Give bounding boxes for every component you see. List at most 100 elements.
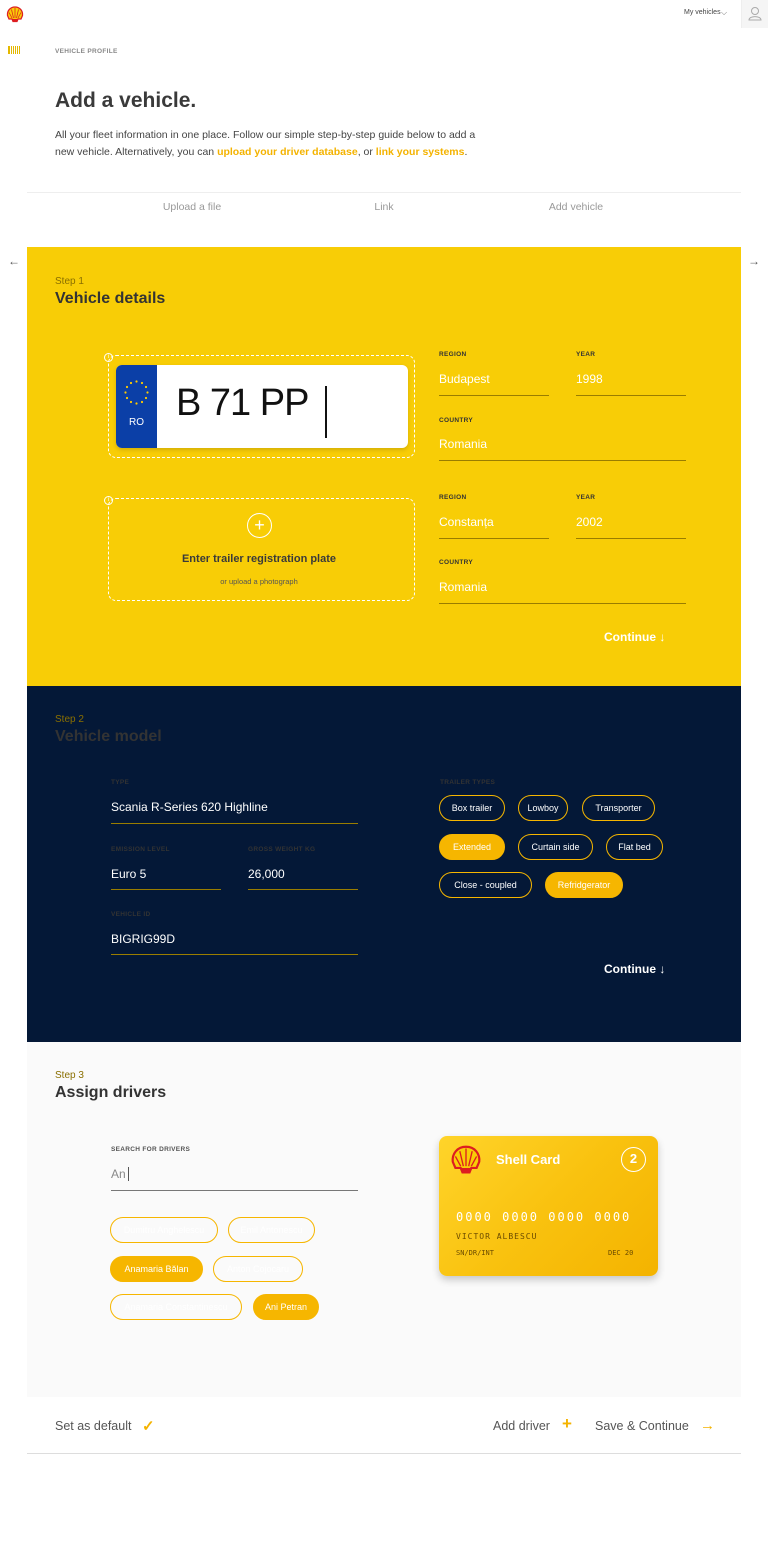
weight-label: GROSS WEIGHT KG — [248, 846, 316, 853]
trailer-type-pill[interactable]: Transporter — [582, 795, 655, 821]
field-underline — [439, 603, 686, 604]
continue-label: Continue — [604, 630, 656, 644]
year-field[interactable]: 2002 — [576, 515, 603, 529]
step2-label: Step 2 — [55, 714, 84, 725]
info-icon[interactable]: i — [104, 353, 113, 362]
trailer-type-pill[interactable]: Extended — [439, 834, 505, 860]
trailer-type-pill[interactable]: Flat bed — [606, 834, 663, 860]
field-underline — [576, 395, 686, 396]
region-label: REGION — [439, 494, 467, 501]
upload-driver-database-link[interactable]: upload your driver database — [217, 146, 358, 158]
user-account-button[interactable] — [741, 0, 768, 28]
field-underline — [111, 889, 221, 890]
country-label: COUNTRY — [439, 417, 473, 424]
country-field[interactable]: Romania — [439, 437, 487, 451]
eu-band: RO — [116, 365, 157, 448]
vehicle-id-label: VEHICLE ID — [111, 911, 151, 918]
driver-pill[interactable]: Anamaria Constantinescu — [110, 1294, 242, 1320]
driver-pill[interactable]: Emil Antonescu — [228, 1217, 315, 1243]
step1-section — [27, 247, 741, 686]
shell-logo-icon[interactable] — [6, 6, 24, 23]
field-underline — [111, 823, 358, 824]
year-field[interactable]: 1998 — [576, 372, 603, 386]
tab-link[interactable]: Link — [314, 201, 454, 213]
arrow-left-icon[interactable]: ← — [8, 254, 20, 268]
trailer-type-pill[interactable]: Box trailer — [439, 795, 505, 821]
plus-icon[interactable]: + — [562, 1414, 572, 1434]
text-caret — [128, 1167, 129, 1181]
field-underline — [576, 538, 686, 539]
trailer-type-pill[interactable]: Refridgerator — [545, 872, 623, 898]
emission-field[interactable]: Euro 5 — [111, 867, 146, 881]
add-driver-button[interactable]: Add driver — [493, 1419, 550, 1433]
step3-title: Assign drivers — [55, 1084, 167, 1101]
arrow-right-icon[interactable]: → — [700, 1417, 715, 1434]
step2-title: Vehicle model — [55, 728, 162, 745]
license-plate[interactable]: RO B 71 PP — [116, 365, 408, 448]
year-label: YEAR — [576, 494, 596, 501]
plate-number[interactable]: B 71 PP — [176, 382, 309, 425]
continue-label: Continue — [604, 962, 656, 976]
trailer-type-pill[interactable]: Lowboy — [518, 795, 568, 821]
field-underline — [439, 538, 549, 539]
tab-add-vehicle[interactable]: Add vehicle — [506, 201, 646, 213]
continue-button[interactable]: Continue ↓ — [604, 962, 665, 976]
type-field[interactable]: Scania R-Series 620 Highline — [111, 800, 268, 814]
vehicle-id-field[interactable]: BIGRIG99D — [111, 932, 175, 946]
emission-label: EMISSION LEVEL — [111, 846, 170, 853]
field-underline — [248, 889, 358, 890]
trailer-type-pill[interactable]: Close - coupled — [439, 872, 532, 898]
divider — [27, 1453, 741, 1454]
tab-upload-file[interactable]: Upload a file — [122, 201, 262, 213]
country-label: COUNTRY — [439, 559, 473, 566]
breadcrumb: VEHICLE PROFILE — [55, 48, 118, 55]
card-count-badge: 2 — [621, 1147, 646, 1172]
type-label: TYPE — [111, 779, 130, 786]
year-label: YEAR — [576, 351, 596, 358]
country-field[interactable]: Romania — [439, 580, 487, 594]
card-number: 0000 0000 0000 0000 — [456, 1210, 632, 1224]
region-label: REGION — [439, 351, 467, 358]
divider — [27, 192, 741, 193]
arrow-right-icon[interactable]: → — [748, 254, 760, 268]
add-plate-icon[interactable]: + — [247, 513, 272, 538]
driver-pill[interactable]: Anamaria Bălan — [110, 1256, 203, 1282]
step3-label: Step 3 — [55, 1070, 84, 1081]
driver-pill[interactable]: Ani Petran — [253, 1294, 319, 1320]
page-title: Add a vehicle. — [55, 89, 197, 112]
card-holder: VICTOR ALBESCU — [456, 1232, 538, 1241]
set-as-default-button[interactable]: Set as default — [55, 1419, 131, 1433]
field-underline — [439, 460, 686, 461]
intro-text-3: . — [464, 145, 468, 158]
field-underline — [111, 954, 358, 955]
info-icon[interactable]: i — [104, 496, 113, 505]
intro-text: All your fleet information in one place.… — [55, 127, 485, 160]
trailer-plate-prompt: Enter trailer registration plate — [181, 553, 337, 565]
step1-title: Vehicle details — [55, 290, 166, 307]
trailer-types-label: TRAILER TYPES — [440, 779, 496, 786]
continue-button[interactable]: Continue ↓ — [604, 630, 665, 644]
weight-field[interactable]: 26,000 — [248, 867, 285, 881]
trailer-type-pill[interactable]: Curtain side — [518, 834, 593, 860]
sidebar-toggle-icon[interactable] — [8, 46, 20, 54]
check-icon[interactable]: ✓ — [142, 1417, 155, 1435]
driver-pill[interactable]: Anton Cojocaru — [213, 1256, 303, 1282]
card-expiry: DEC 20 — [608, 1249, 634, 1257]
link-your-systems-link[interactable]: link your systems — [376, 146, 465, 158]
chevron-down-icon[interactable]: ⌵ — [721, 8, 727, 18]
field-underline — [111, 1190, 358, 1191]
driver-pill[interactable]: Dumitru Anghelescu — [110, 1217, 218, 1243]
region-field[interactable]: Budapest — [439, 372, 490, 386]
plate-country-code: RO — [129, 417, 144, 428]
save-continue-button[interactable]: Save & Continue — [595, 1419, 689, 1433]
shell-card[interactable]: Shell Card 2 0000 0000 0000 0000 VICTOR … — [439, 1136, 658, 1276]
search-drivers-input[interactable]: An — [111, 1167, 126, 1181]
card-reference: SN/DR/INT — [456, 1249, 494, 1257]
region-field[interactable]: Constanța — [439, 515, 494, 529]
search-drivers-label: SEARCH FOR DRIVERS — [111, 1146, 191, 1153]
my-vehicles-menu[interactable]: My vehicles — [684, 9, 721, 16]
shell-logo-icon — [451, 1145, 481, 1174]
upload-photo-hint[interactable]: or upload a photograph — [107, 577, 411, 586]
card-title: Shell Card — [496, 1152, 561, 1167]
arrow-down-icon: ↓ — [659, 962, 666, 976]
